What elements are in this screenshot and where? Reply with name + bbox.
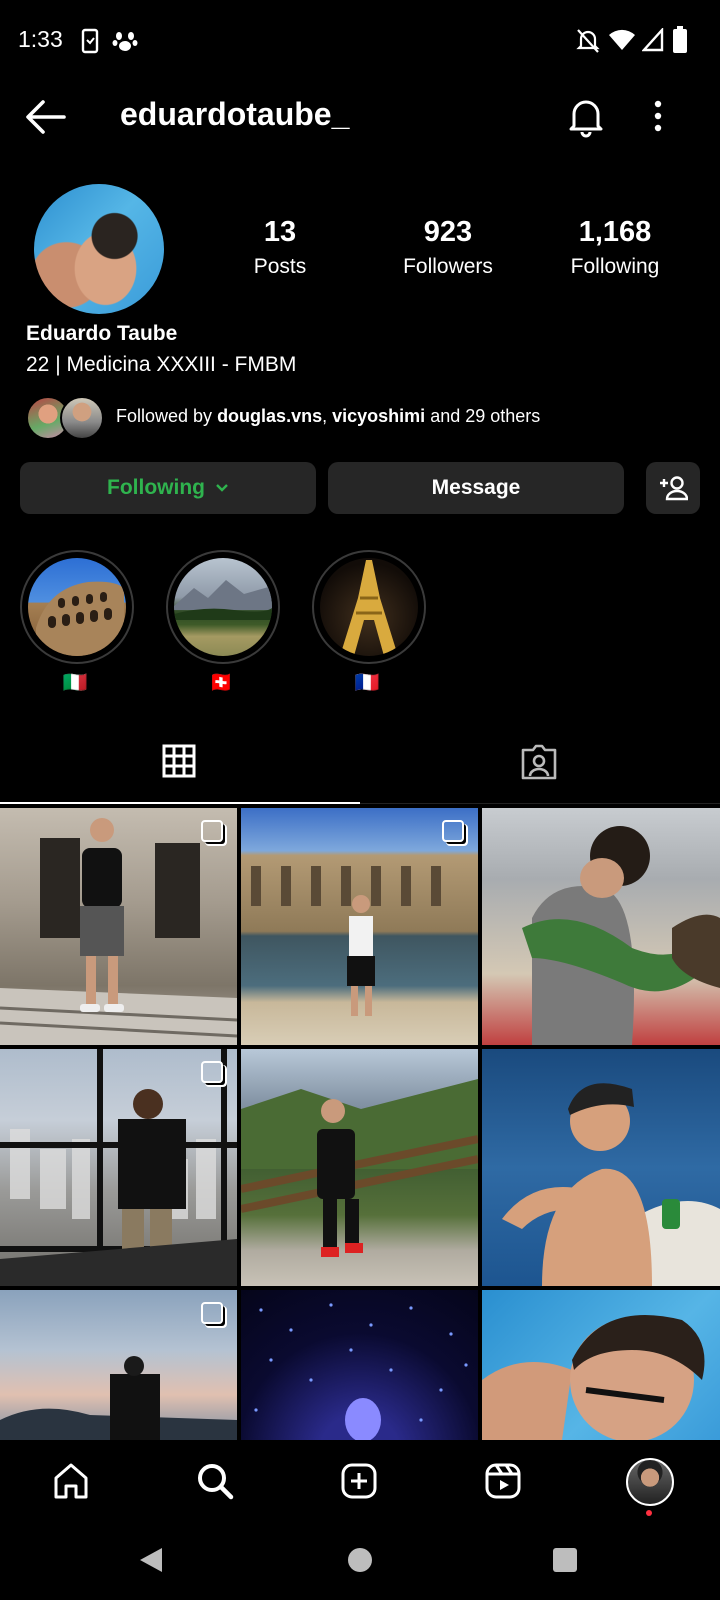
profile-avatar[interactable] — [34, 184, 164, 314]
post-thumbnail[interactable] — [0, 1049, 237, 1286]
tagged-tab[interactable] — [520, 744, 558, 780]
stat-followers[interactable]: 923 Followers — [368, 216, 528, 279]
profile-username: eduardotaube_ — [120, 96, 350, 132]
highlight-label: 🇮🇹 — [62, 672, 88, 694]
full-name: Eduardo Taube — [26, 322, 178, 345]
paw-icon — [112, 28, 138, 54]
stat-following[interactable]: 1,168 Following — [535, 216, 695, 279]
highlight-label: 🇨🇭 — [208, 672, 234, 694]
screen-cast-icon — [80, 28, 100, 54]
stat-label: Followers — [403, 255, 493, 278]
mutual-avatar[interactable] — [60, 396, 104, 440]
more-options-icon[interactable] — [654, 100, 662, 132]
carousel-icon — [201, 1302, 223, 1324]
mountains-icon — [174, 558, 272, 656]
create-icon[interactable] — [340, 1462, 378, 1500]
colosseum-icon — [28, 558, 126, 656]
post-thumbnail[interactable] — [482, 1049, 720, 1286]
reels-icon[interactable] — [484, 1462, 522, 1500]
message-label: Message — [431, 476, 521, 499]
post-thumbnail[interactable] — [0, 1290, 237, 1440]
following-button[interactable]: Following — [20, 462, 316, 514]
highlight-switzerland[interactable] — [166, 550, 280, 664]
bio-text: 22 | Medicina XXXIII - FMBM — [26, 353, 297, 376]
stat-label: Following — [570, 255, 660, 278]
stat-count: 1,168 — [578, 216, 652, 248]
home-icon[interactable] — [52, 1462, 90, 1500]
carousel-icon — [201, 1061, 223, 1083]
system-home-icon[interactable] — [348, 1548, 372, 1572]
post-thumbnail[interactable] — [482, 808, 720, 1045]
bell-icon[interactable] — [566, 96, 606, 138]
wifi-icon — [608, 28, 636, 52]
followed-by-prefix: Followed by — [116, 406, 213, 426]
battery-icon — [672, 26, 688, 54]
post-thumbnail[interactable] — [241, 808, 478, 1045]
mutual-username[interactable]: vicyoshimi — [332, 406, 425, 426]
message-button[interactable]: Message — [328, 462, 624, 514]
post-thumbnail[interactable] — [241, 1049, 478, 1286]
followed-by-text[interactable]: Followed by douglas.vns, vicyoshimi and … — [116, 406, 540, 427]
eiffel-tower-icon — [320, 558, 418, 656]
post-thumbnail[interactable] — [482, 1290, 720, 1440]
notifications-off-icon — [576, 28, 600, 54]
followed-by-suffix: and 29 others — [430, 406, 541, 426]
stat-count: 13 — [263, 216, 297, 248]
following-label: Following — [107, 476, 205, 499]
chevron-down-icon — [215, 483, 229, 493]
stat-count: 923 — [423, 216, 473, 248]
carousel-icon — [442, 820, 464, 842]
stat-label: Posts — [253, 255, 307, 278]
add-person-icon — [658, 475, 688, 501]
grid-icon — [162, 744, 196, 778]
tagged-icon — [520, 744, 558, 780]
status-bar: 1:33 — [0, 0, 720, 84]
grid-tab[interactable] — [162, 744, 196, 778]
mutual-username[interactable]: douglas.vns — [217, 406, 322, 426]
notification-dot — [646, 1510, 652, 1516]
highlight-label: 🇫🇷 — [354, 672, 380, 694]
suggest-users-button[interactable] — [646, 462, 700, 514]
post-thumbnail[interactable] — [241, 1290, 478, 1440]
search-icon[interactable] — [196, 1462, 234, 1500]
separator: , — [322, 406, 328, 426]
active-tab-indicator — [0, 802, 360, 804]
system-back-icon[interactable] — [138, 1546, 164, 1574]
post-thumbnail[interactable] — [0, 808, 237, 1045]
system-recents-icon[interactable] — [553, 1548, 577, 1572]
profile-avatar[interactable] — [626, 1458, 674, 1506]
signal-icon — [642, 28, 664, 52]
highlight-italy[interactable] — [20, 550, 134, 664]
back-button[interactable] — [24, 98, 66, 136]
highlight-france[interactable] — [312, 550, 426, 664]
status-time: 1:33 — [18, 26, 63, 52]
carousel-icon — [201, 820, 223, 842]
system-navigation — [0, 1520, 720, 1600]
stat-posts[interactable]: 13 Posts — [200, 216, 360, 279]
